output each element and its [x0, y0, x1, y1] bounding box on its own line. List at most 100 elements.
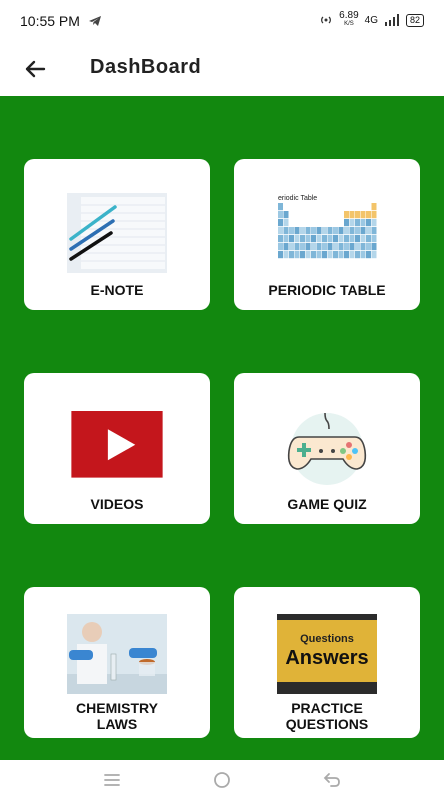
notebook-pens-image: [67, 193, 167, 273]
back-arrow-icon[interactable]: [22, 56, 48, 82]
element-cell: [300, 227, 305, 235]
card-periodic-table[interactable]: eriodic Table PERIODIC TABLE: [234, 159, 420, 310]
element-cell: [300, 235, 305, 243]
element-cell: [344, 251, 349, 259]
element-cell: [360, 235, 366, 243]
element-cell: [294, 251, 300, 259]
element-cell: [333, 227, 338, 235]
system-nav-bar: [0, 760, 444, 800]
element-cell: [366, 227, 371, 235]
card-chemistry-laws[interactable]: CHEMISTRY LAWS: [24, 587, 210, 738]
element-cell: [278, 219, 283, 227]
battery-icon: 82: [405, 13, 424, 27]
element-cell: [278, 235, 283, 243]
element-cell: [278, 211, 283, 219]
element-cell: [283, 251, 289, 259]
element-cell: [322, 243, 327, 251]
chemistry-lab-image: [67, 614, 167, 694]
element-cell: [338, 243, 344, 251]
image-text-answers: Answers: [285, 647, 368, 669]
element-cell: [371, 243, 377, 251]
element-cell: [366, 251, 371, 259]
element-cell: [316, 243, 322, 251]
element-cell: [338, 235, 344, 243]
element-cell: [360, 251, 366, 259]
element-cell: [344, 227, 349, 235]
element-cell: [283, 227, 289, 235]
element-cell: [305, 227, 311, 235]
card-label: PRACTICE QUESTIONS: [234, 700, 420, 732]
element-cell: [333, 235, 338, 243]
element-cell: [278, 203, 283, 211]
element-cell: [289, 227, 294, 235]
gamepad-icon: [287, 412, 367, 485]
element-cell: [349, 243, 355, 251]
element-cell: [371, 211, 377, 219]
element-cell: [344, 243, 349, 251]
element-cell: [349, 251, 355, 259]
element-cell: [322, 251, 327, 259]
element-cell: [349, 235, 355, 243]
element-cell: [371, 227, 377, 235]
element-cell: [294, 243, 300, 251]
element-cell: [322, 227, 327, 235]
element-cell: [333, 251, 338, 259]
element-cell: [327, 235, 333, 243]
element-cell: [366, 243, 371, 251]
element-cell: [305, 251, 311, 259]
signal-icon: [384, 14, 399, 26]
element-cell: [278, 251, 283, 259]
element-cell: [344, 219, 349, 227]
element-cell: [327, 251, 333, 259]
element-cell: [311, 227, 316, 235]
play-video-icon: [71, 411, 163, 478]
periodic-table-image: eriodic Table: [277, 193, 377, 273]
element-cell: [327, 227, 333, 235]
element-cell: [278, 227, 283, 235]
element-cell: [366, 235, 371, 243]
card-e-note[interactable]: E-NOTE: [24, 159, 210, 310]
element-cell: [333, 243, 338, 251]
element-cell: [366, 211, 371, 219]
element-cell: [349, 219, 355, 227]
element-cell: [349, 227, 355, 235]
card-practice-questions[interactable]: Questions Answers PRACTICE QUESTIONS: [234, 587, 420, 738]
card-label-text: PRACTICE QUESTIONS: [285, 700, 369, 732]
network-type: 4G: [364, 14, 378, 26]
card-label: E-NOTE: [90, 282, 144, 298]
element-cell: [322, 235, 327, 243]
home-icon[interactable]: [210, 768, 234, 792]
element-cell: [311, 235, 316, 243]
element-cell: [305, 243, 311, 251]
element-cell: [371, 251, 377, 259]
hotspot-icon: [321, 16, 332, 24]
telegram-icon: [89, 16, 101, 26]
element-cell: [283, 235, 289, 243]
element-cell: [360, 243, 366, 251]
element-cell: [311, 251, 316, 259]
dashboard-grid: E-NOTE eriodic Table PERIODIC TABLE VIDE…: [0, 96, 444, 760]
element-cell: [360, 219, 366, 227]
status-indicators: 6.89 K/S 4G 82: [319, 10, 424, 28]
page-title: DashBoard: [90, 56, 202, 78]
card-label: CHEMISTRY LAWS: [24, 700, 210, 732]
element-cell: [338, 251, 344, 259]
network-speed: 6.89: [339, 10, 359, 21]
back-nav-icon[interactable]: [320, 768, 344, 792]
element-cell: [355, 243, 360, 251]
element-cell: [355, 219, 360, 227]
element-cell: [294, 235, 300, 243]
element-cell: [371, 235, 377, 243]
element-cell: [311, 243, 316, 251]
element-cell: [360, 227, 366, 235]
element-cell: [338, 227, 344, 235]
menu-icon[interactable]: [100, 768, 124, 792]
element-cell: [283, 211, 289, 219]
questions-answers-image: Questions Answers: [277, 614, 377, 694]
card-videos[interactable]: VIDEOS: [24, 373, 210, 524]
element-cell: [355, 251, 360, 259]
card-label: PERIODIC TABLE: [268, 282, 386, 298]
periodic-table-image-caption: eriodic Table: [278, 195, 317, 202]
element-cell: [371, 219, 377, 227]
card-game-quiz[interactable]: GAME QUIZ: [234, 373, 420, 524]
